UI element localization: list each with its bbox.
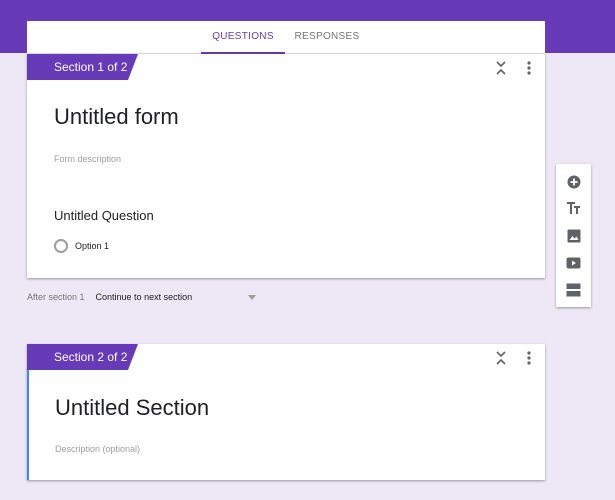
tab-questions[interactable]: QUESTIONS	[201, 21, 285, 54]
section-1-card[interactable]: Section 1 of 2 Untitled form Form descri…	[27, 54, 545, 278]
option-row[interactable]: Option 1	[54, 238, 109, 254]
section-title[interactable]: Untitled Section	[55, 395, 209, 421]
section-2-card[interactable]: Section 2 of 2 Untitled Section Descript…	[27, 344, 545, 480]
section-description-field[interactable]: Description (optional)	[55, 444, 140, 454]
after-section-label: After section 1	[27, 292, 85, 302]
section-1-tag: Section 1 of 2	[27, 54, 138, 80]
after-section-selected: Continue to next section	[95, 292, 193, 302]
more-vert-icon[interactable]	[521, 350, 537, 366]
section-2-tag: Section 2 of 2	[27, 344, 138, 370]
add-video-icon[interactable]	[565, 254, 582, 271]
tab-bar: QUESTIONS RESPONSES	[27, 21, 545, 54]
after-section-dropdown[interactable]: Continue to next section	[96, 292, 256, 302]
option-label[interactable]: Option 1	[75, 241, 109, 251]
side-toolbar	[556, 164, 591, 307]
collapse-icon[interactable]	[493, 60, 509, 76]
add-section-icon[interactable]	[565, 281, 582, 298]
add-title-icon[interactable]	[565, 200, 582, 217]
form-editor-page: QUESTIONS RESPONSES Section 1 of 2 Untit…	[0, 0, 615, 500]
after-section-row: After section 1 Continue to next section	[27, 290, 256, 304]
form-description-field[interactable]: Form description	[54, 154, 121, 164]
form-title[interactable]: Untitled form	[54, 104, 179, 130]
dropdown-arrow-icon	[247, 295, 256, 300]
collapse-icon[interactable]	[493, 350, 509, 366]
add-question-icon[interactable]	[565, 173, 582, 190]
tab-responses[interactable]: RESPONSES	[289, 21, 365, 53]
more-vert-icon[interactable]	[521, 60, 537, 76]
radio-circle-icon[interactable]	[54, 239, 68, 253]
add-image-icon[interactable]	[565, 227, 582, 244]
question-title[interactable]: Untitled Question	[54, 208, 154, 223]
